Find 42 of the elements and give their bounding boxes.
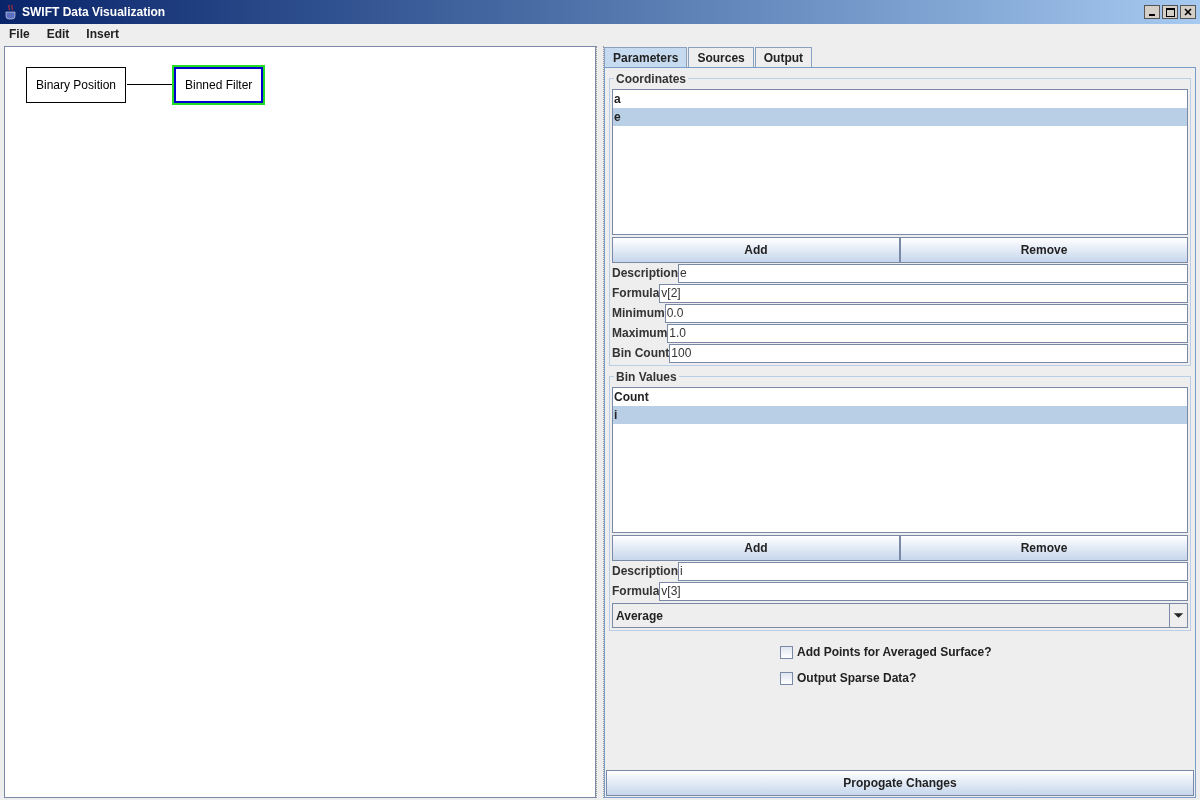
text-field[interactable]: i: [678, 561, 1188, 581]
text-field[interactable]: 100: [669, 343, 1188, 363]
window-title: SWIFT Data Visualization: [22, 4, 167, 21]
text-field[interactable]: v[2]: [659, 283, 1188, 303]
maximize-icon: [1165, 7, 1175, 17]
checkbox[interactable]: [780, 671, 793, 685]
minimize-button[interactable]: [1144, 5, 1160, 19]
field-label: Maximum: [612, 325, 668, 342]
diagram-node[interactable]: Binned Filter: [174, 67, 264, 103]
checkbox-label: Output Sparse Data?: [797, 670, 917, 687]
dropdown[interactable]: Average: [612, 603, 1188, 628]
maximize-button[interactable]: [1162, 5, 1178, 19]
list-action-button[interactable]: Remove: [900, 535, 1188, 561]
menu-item[interactable]: File: [9, 25, 30, 43]
field-label: Formula: [612, 285, 660, 302]
list-item[interactable]: e: [613, 108, 1187, 126]
node-connector: [127, 84, 175, 85]
propagate-changes-button[interactable]: Propogate Changes: [606, 770, 1194, 796]
tab[interactable]: Parameters: [604, 47, 688, 67]
field-label: Bin Count: [612, 345, 670, 362]
diagram-node[interactable]: Binary Position: [26, 67, 127, 103]
text-field[interactable]: 1.0: [667, 323, 1188, 343]
menu-item[interactable]: Insert: [86, 25, 120, 43]
field-label: Description: [612, 563, 678, 580]
close-button[interactable]: [1180, 5, 1196, 19]
field-label: Minimum: [612, 305, 665, 322]
checkbox-label: Add Points for Averaged Surface?: [797, 644, 992, 661]
coffee-cup-icon: [4, 4, 18, 20]
text-field[interactable]: v[3]: [659, 581, 1188, 601]
text-field[interactable]: 0.0: [664, 303, 1188, 323]
list-action-button[interactable]: Remove: [900, 237, 1188, 263]
list-action-button[interactable]: Add: [612, 237, 900, 263]
field-label: Formula: [612, 583, 660, 600]
checkbox[interactable]: [780, 645, 793, 659]
tab[interactable]: Output: [754, 47, 813, 67]
tab[interactable]: Sources: [688, 47, 754, 67]
field-label: Description: [612, 265, 678, 282]
text-field[interactable]: e: [678, 263, 1188, 283]
close-icon: [1184, 8, 1192, 16]
menu-item[interactable]: Edit: [46, 25, 70, 43]
list-item[interactable]: i: [613, 406, 1187, 424]
list-action-button[interactable]: Add: [612, 535, 900, 561]
